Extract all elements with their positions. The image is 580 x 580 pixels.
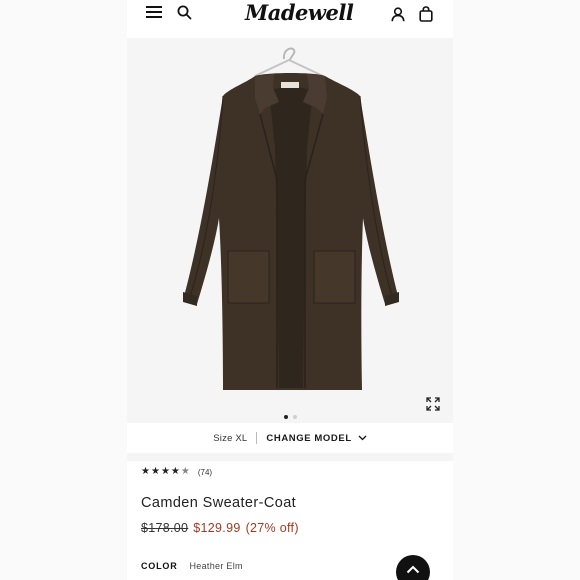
star-icon: ★: [150, 466, 160, 477]
model-size-bar: Size XL CHANGE MODEL: [127, 423, 453, 453]
account-icon[interactable]: [391, 7, 405, 22]
product-page: Madewell Size XL CHANGE MODEL ★ ★ ★ ★ ★ …: [127, 0, 453, 580]
color-row: COLOR Heather Elm: [141, 561, 243, 571]
scroll-up-button[interactable]: [396, 555, 430, 580]
star-icon: ★: [160, 466, 170, 477]
change-model-label: CHANGE MODEL: [266, 432, 352, 444]
carousel-dots: [284, 415, 297, 419]
color-label: COLOR: [141, 561, 178, 571]
menu-icon[interactable]: [146, 6, 162, 20]
top-nav: Madewell: [127, 0, 453, 30]
expand-icon[interactable]: [426, 397, 440, 411]
review-count[interactable]: (74): [198, 468, 212, 477]
section-divider: [127, 453, 453, 461]
star-icon: ★: [170, 466, 180, 477]
price-row: $178.00 $129.99 (27% off): [141, 521, 299, 535]
carousel-dot[interactable]: [293, 415, 297, 419]
color-value: Heather Elm: [189, 561, 243, 571]
product-title: Camden Sweater-Coat: [141, 495, 297, 511]
change-model-button[interactable]: CHANGE MODEL: [266, 432, 367, 444]
coat-image: [183, 47, 399, 390]
divider: [256, 432, 258, 444]
half-star-icon: ★: [180, 466, 190, 477]
bag-icon[interactable]: [419, 6, 433, 22]
chevron-down-icon: [358, 435, 367, 441]
search-icon[interactable]: [177, 5, 192, 20]
sale-price: $129.99: [193, 521, 241, 535]
product-image-carousel[interactable]: [127, 38, 453, 423]
star-icon: ★: [141, 466, 150, 477]
discount-label: (27% off): [245, 521, 299, 535]
carousel-dot[interactable]: [284, 415, 288, 419]
chevron-up-icon: [406, 565, 420, 574]
brand-logo[interactable]: Madewell: [245, 0, 354, 26]
original-price: $178.00: [141, 521, 189, 535]
star-rating[interactable]: ★ ★ ★ ★ ★ (74): [141, 467, 212, 477]
model-size-label: Size XL: [213, 432, 248, 444]
